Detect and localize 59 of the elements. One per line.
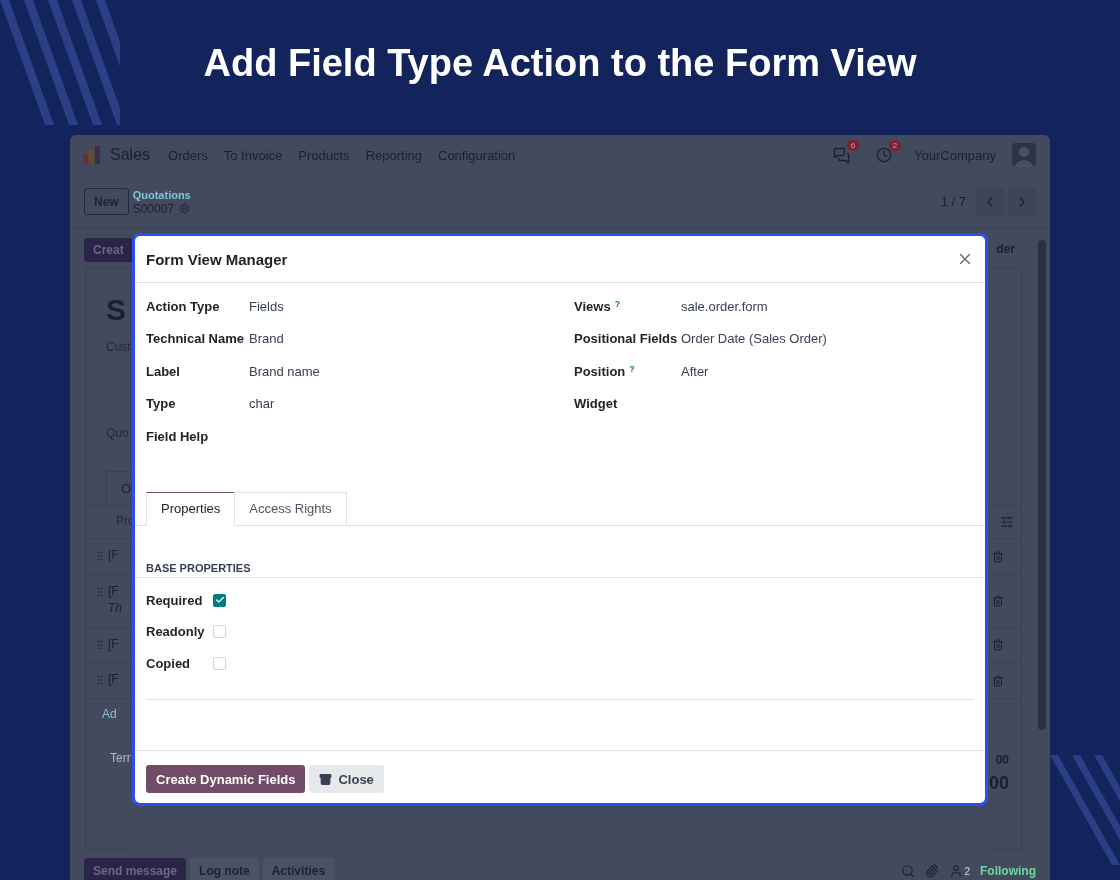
settings-icon[interactable] bbox=[179, 203, 191, 214]
drag-handle-icon[interactable] bbox=[94, 674, 106, 686]
checkbox-label: Readonly bbox=[146, 624, 206, 640]
dialog-title: Form View Manager bbox=[146, 250, 288, 268]
field-label: Type bbox=[146, 396, 176, 412]
field-label: Widget bbox=[574, 396, 618, 412]
paperclip-icon[interactable] bbox=[925, 864, 940, 878]
chatter-button[interactable]: Send message bbox=[84, 858, 187, 880]
field-label: Position bbox=[574, 363, 626, 379]
field-value: Brand bbox=[249, 331, 284, 347]
trash-icon[interactable] bbox=[992, 550, 1004, 563]
field-label: Label bbox=[146, 363, 180, 379]
checkbox[interactable] bbox=[213, 593, 226, 607]
close-button[interactable]: Close bbox=[309, 765, 384, 793]
field-value: sale.order.form bbox=[681, 298, 768, 314]
checkbox-label: Required bbox=[146, 592, 204, 608]
archive-icon bbox=[319, 772, 333, 786]
add-line-link[interactable]: Ad bbox=[102, 707, 117, 721]
trash-icon[interactable] bbox=[992, 639, 1004, 651]
following-button[interactable]: Following bbox=[980, 864, 1036, 878]
app-logo-icon bbox=[82, 145, 102, 165]
field-value: Order Date (Sales Order) bbox=[681, 331, 827, 347]
drag-handle-icon[interactable] bbox=[94, 550, 106, 562]
search-icon[interactable] bbox=[901, 864, 916, 878]
trash-icon[interactable] bbox=[992, 595, 1004, 607]
field-value: Fields bbox=[249, 298, 284, 314]
create-button[interactable]: Creat bbox=[84, 238, 132, 262]
drag-handle-icon[interactable] bbox=[94, 586, 106, 598]
field-label: Action Type bbox=[146, 298, 220, 314]
help-tooltip-mark[interactable]: ? bbox=[629, 363, 635, 374]
trash-icon[interactable] bbox=[992, 674, 1004, 687]
next-button[interactable] bbox=[1008, 187, 1036, 216]
field-value: Brand name bbox=[249, 363, 320, 379]
user-icon[interactable] bbox=[949, 864, 964, 878]
field-value: char bbox=[249, 396, 275, 412]
terms-text: Terr bbox=[110, 751, 132, 765]
tab[interactable]: Properties bbox=[146, 491, 236, 526]
count-badge: 2 bbox=[888, 140, 902, 151]
breadcrumb-link[interactable]: Quotations bbox=[132, 187, 191, 202]
field-label: Positional Fields bbox=[574, 331, 678, 347]
create-dynamic-fields-button[interactable]: Create Dynamic Fields bbox=[146, 765, 306, 793]
tab[interactable]: Access Rights bbox=[234, 491, 347, 526]
page-title: Add Field Type Action to the Form View bbox=[203, 42, 917, 85]
scrollbar[interactable] bbox=[1038, 240, 1046, 730]
drag-handle-icon[interactable] bbox=[94, 639, 106, 651]
messages-icon[interactable] bbox=[833, 146, 851, 164]
field-value: After bbox=[681, 363, 709, 379]
help-tooltip-mark[interactable]: ? bbox=[614, 298, 621, 309]
clock-icon[interactable] bbox=[876, 147, 893, 163]
count-badge: 6 bbox=[846, 139, 860, 151]
column-settings-icon[interactable] bbox=[1000, 515, 1014, 529]
field-label: Views bbox=[574, 298, 611, 314]
avatar-icon[interactable] bbox=[1012, 143, 1036, 167]
field-label: Technical Name bbox=[146, 331, 245, 347]
field-label: Field Help bbox=[146, 428, 209, 444]
followers-count: 2 bbox=[964, 865, 970, 877]
section-heading: BASE PROPERTIES bbox=[135, 561, 985, 578]
previous-button[interactable] bbox=[976, 187, 1004, 216]
checkbox-label: Copied bbox=[146, 655, 192, 671]
